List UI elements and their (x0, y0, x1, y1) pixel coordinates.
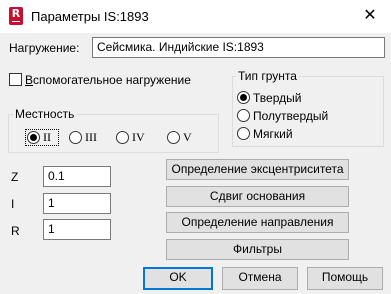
terrain-label-iii[interactable]: III (85, 130, 97, 145)
soil-type-legend: Тип грунта (236, 69, 299, 83)
z-label: Z (11, 170, 19, 184)
help-button[interactable]: Помощь (307, 267, 383, 290)
load-label: Нагружение: (9, 41, 80, 55)
soil-label-soft[interactable]: Мягкий (253, 127, 293, 141)
auxiliary-load-text: спомогательное нагружение (33, 73, 191, 87)
z-field[interactable]: 0.1 (43, 166, 111, 187)
terrain-label-v[interactable]: V (183, 130, 192, 145)
auxiliary-load-mnemonic: В (25, 73, 34, 87)
soil-radio-medium[interactable] (237, 109, 250, 122)
soil-label-hard[interactable]: Твердый (253, 91, 301, 105)
soil-radio-hard[interactable] (237, 91, 250, 104)
i-label: I (11, 197, 15, 211)
terrain-label-ii[interactable]: II (43, 130, 51, 145)
direction-button[interactable]: Определение направления (166, 212, 349, 233)
app-logo-icon: R (9, 7, 23, 25)
auxiliary-load-label[interactable]: Вспомогательное нагружение (25, 73, 191, 87)
terrain-radio-v[interactable] (167, 131, 180, 144)
filters-button[interactable]: Фильтры (166, 239, 349, 260)
soil-radio-soft[interactable] (237, 127, 250, 140)
title-bar: R Параметры IS:1893 ✕ (0, 0, 391, 33)
i-field[interactable]: 1 (43, 193, 111, 214)
window-title: Параметры IS:1893 (31, 9, 149, 24)
parameters-dialog: R Параметры IS:1893 ✕ Нагружение: Сейсми… (0, 0, 391, 294)
terrain-label-iv[interactable]: IV (132, 130, 145, 145)
soil-label-medium[interactable]: Полутвердый (253, 109, 328, 123)
cancel-button[interactable]: Отмена (222, 267, 298, 290)
eccentricity-button[interactable]: Определение эксцентриситета (166, 159, 349, 180)
terrain-legend: Местность (13, 107, 77, 121)
load-field[interactable]: Сейсмика. Индийские IS:1893 (92, 37, 385, 58)
terrain-radio-iii[interactable] (69, 131, 82, 144)
base-shift-button[interactable]: Сдвиг основания (166, 186, 349, 207)
terrain-radio-iv[interactable] (116, 131, 129, 144)
close-icon[interactable]: ✕ (354, 4, 386, 28)
auxiliary-load-checkbox[interactable] (9, 73, 22, 86)
r-field[interactable]: 1 (43, 219, 111, 240)
terrain-radio-ii[interactable] (27, 131, 40, 144)
r-label: R (11, 224, 20, 238)
ok-button[interactable]: OK (143, 267, 213, 290)
